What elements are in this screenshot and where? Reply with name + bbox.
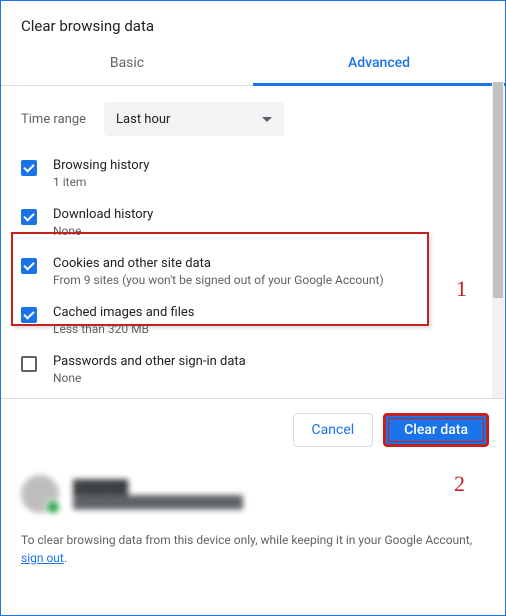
list-item: Passwords and other sign-in data None	[21, 354, 485, 385]
annotation-number-2: 2	[454, 471, 465, 497]
checkbox-cached[interactable]	[21, 307, 37, 323]
sign-out-link[interactable]: sign out	[21, 551, 64, 565]
list-item: Cached images and files Less than 320 MB	[21, 305, 485, 336]
checkbox-browsing-history[interactable]	[21, 160, 37, 176]
cancel-button[interactable]: Cancel	[293, 413, 374, 447]
content-area: Time range Last hour Browsing history 1 …	[1, 86, 505, 398]
item-text: Download history None	[53, 207, 485, 238]
item-sub: 1 item	[53, 175, 485, 189]
checkbox-cookies[interactable]	[21, 258, 37, 274]
account-name: ██████	[73, 479, 243, 495]
list-item: Cookies and other site data From 9 sites…	[21, 256, 485, 287]
list-item: Download history None	[21, 207, 485, 238]
item-text: Browsing history 1 item	[53, 158, 485, 189]
checkbox-passwords[interactable]	[21, 356, 37, 372]
footer-actions: Cancel Clear data	[1, 398, 505, 461]
disclaimer-text: To clear browsing data from this device …	[21, 533, 472, 547]
item-sub: None	[53, 371, 485, 385]
time-range-select[interactable]: Last hour	[104, 102, 284, 136]
tabs: Basic Advanced	[1, 43, 505, 86]
item-text: Cached images and files Less than 320 MB	[53, 305, 485, 336]
clear-data-button[interactable]: Clear data	[383, 413, 489, 447]
item-label: Cached images and files	[53, 305, 485, 320]
item-sub: Less than 320 MB	[53, 322, 485, 336]
time-range-value: Last hour	[116, 112, 170, 127]
item-text: Cookies and other site data From 9 sites…	[53, 256, 485, 287]
annotation-number-1: 1	[456, 276, 467, 302]
disclaimer: To clear browsing data from this device …	[1, 527, 505, 587]
item-label: Cookies and other site data	[53, 256, 485, 271]
item-sub: None	[53, 224, 485, 238]
chevron-down-icon	[262, 117, 272, 127]
list-item: Browsing history 1 item	[21, 158, 485, 189]
checkbox-download-history[interactable]	[21, 209, 37, 225]
account-text: ██████ ████████████████████	[73, 479, 243, 509]
tab-advanced[interactable]: Advanced	[253, 43, 505, 86]
time-range-row: Time range Last hour	[21, 102, 485, 136]
tab-basic[interactable]: Basic	[1, 43, 253, 85]
dialog-title: Clear browsing data	[1, 1, 505, 43]
account-section: ██████ ████████████████████	[1, 461, 505, 527]
avatar	[21, 475, 59, 513]
item-text: Passwords and other sign-in data None	[53, 354, 485, 385]
item-label: Passwords and other sign-in data	[53, 354, 485, 369]
item-label: Browsing history	[53, 158, 485, 173]
item-sub: From 9 sites (you won't be signed out of…	[53, 273, 485, 287]
item-label: Download history	[53, 207, 485, 222]
account-email: ████████████████████	[73, 495, 243, 509]
time-range-label: Time range	[21, 112, 86, 127]
